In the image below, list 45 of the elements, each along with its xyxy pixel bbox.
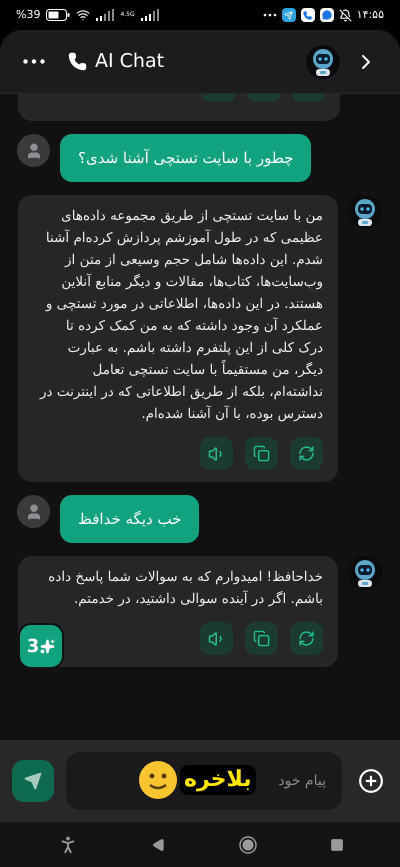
speaker-button[interactable] (200, 437, 233, 470)
battery-icon (46, 9, 70, 21)
signal-icon (140, 9, 159, 21)
sparkle-icon (40, 638, 56, 654)
refresh-icon (298, 630, 315, 647)
recents-icon[interactable] (330, 838, 344, 852)
input-placeholder: پیام خود (278, 772, 326, 790)
chat-title: AI Chat (95, 49, 164, 74)
copy-button[interactable] (245, 437, 278, 470)
speaker-button[interactable] (200, 622, 233, 655)
phone-icon (300, 8, 315, 22)
more-icon (23, 59, 45, 64)
bot-avatar (348, 556, 382, 590)
credits-count: 3 (26, 634, 40, 658)
wifi-icon (76, 8, 90, 22)
copy-icon (253, 630, 270, 647)
copy-button[interactable] (245, 622, 278, 655)
send-icon (24, 772, 42, 790)
signal-icon (96, 9, 114, 21)
more-icon (262, 13, 277, 17)
bell-off-icon (338, 8, 352, 22)
bot-message: من با سایت تستچی از طریق مجموعه داده‌های عظیمی که در طول آموزشم پردازش کرده‌ام آشنا شدم. این داده‌ها شامل حجم وسیعی از متن از وب‌سایت‌ها، کتاب‌ها، مقالات و دیگر منابع آنلاین هستند. در این داده‌ها، اطلاعاتی در مورد تستچی و عملکرد آن وجود داشته که به من کمک کرده تا درک کلی از این پلتفرم داشته باشم. به عبارت دیگر، من مستقیماً با سایت تستچی تعامل نداشته‌ام، بلکه از طریق اطلاعاتی که در اینترنت در دسترس بوده، با آن آشنا شده‌ام. (40, 207, 323, 424)
message-input[interactable]: پیام خود بلاخره (66, 752, 342, 810)
clock: ۱۴:۵۵ (356, 6, 384, 23)
regenerate-button[interactable] (290, 622, 323, 655)
user-message: خب دیگه خدافظ (60, 495, 200, 543)
send-button[interactable] (12, 760, 54, 802)
plane-icon (282, 8, 296, 22)
copy-icon (253, 445, 270, 462)
home-icon[interactable] (238, 836, 256, 854)
sticker-text: بلاخره (180, 765, 256, 795)
user-avatar (17, 134, 50, 167)
add-icon[interactable] (358, 768, 384, 794)
regenerate-button[interactable] (290, 437, 323, 470)
bot-avatar (306, 44, 340, 78)
battery-percent: %39 (16, 6, 40, 23)
bot-message: خداحافظ! امیدوارم که به سوالات شما پاسخ داده باشم. اگر در آینده سوالی داشتید، در خدمتم. (47, 568, 323, 609)
back-icon[interactable] (152, 838, 166, 852)
user-avatar (17, 495, 50, 528)
user-message: چطور با سایت تستچی آشنا شدی؟ (60, 134, 312, 182)
bot-avatar (348, 195, 382, 229)
smiley-icon (138, 760, 178, 800)
chat-icon (320, 8, 334, 22)
refresh-icon (298, 445, 315, 462)
phone-icon[interactable] (68, 52, 87, 71)
